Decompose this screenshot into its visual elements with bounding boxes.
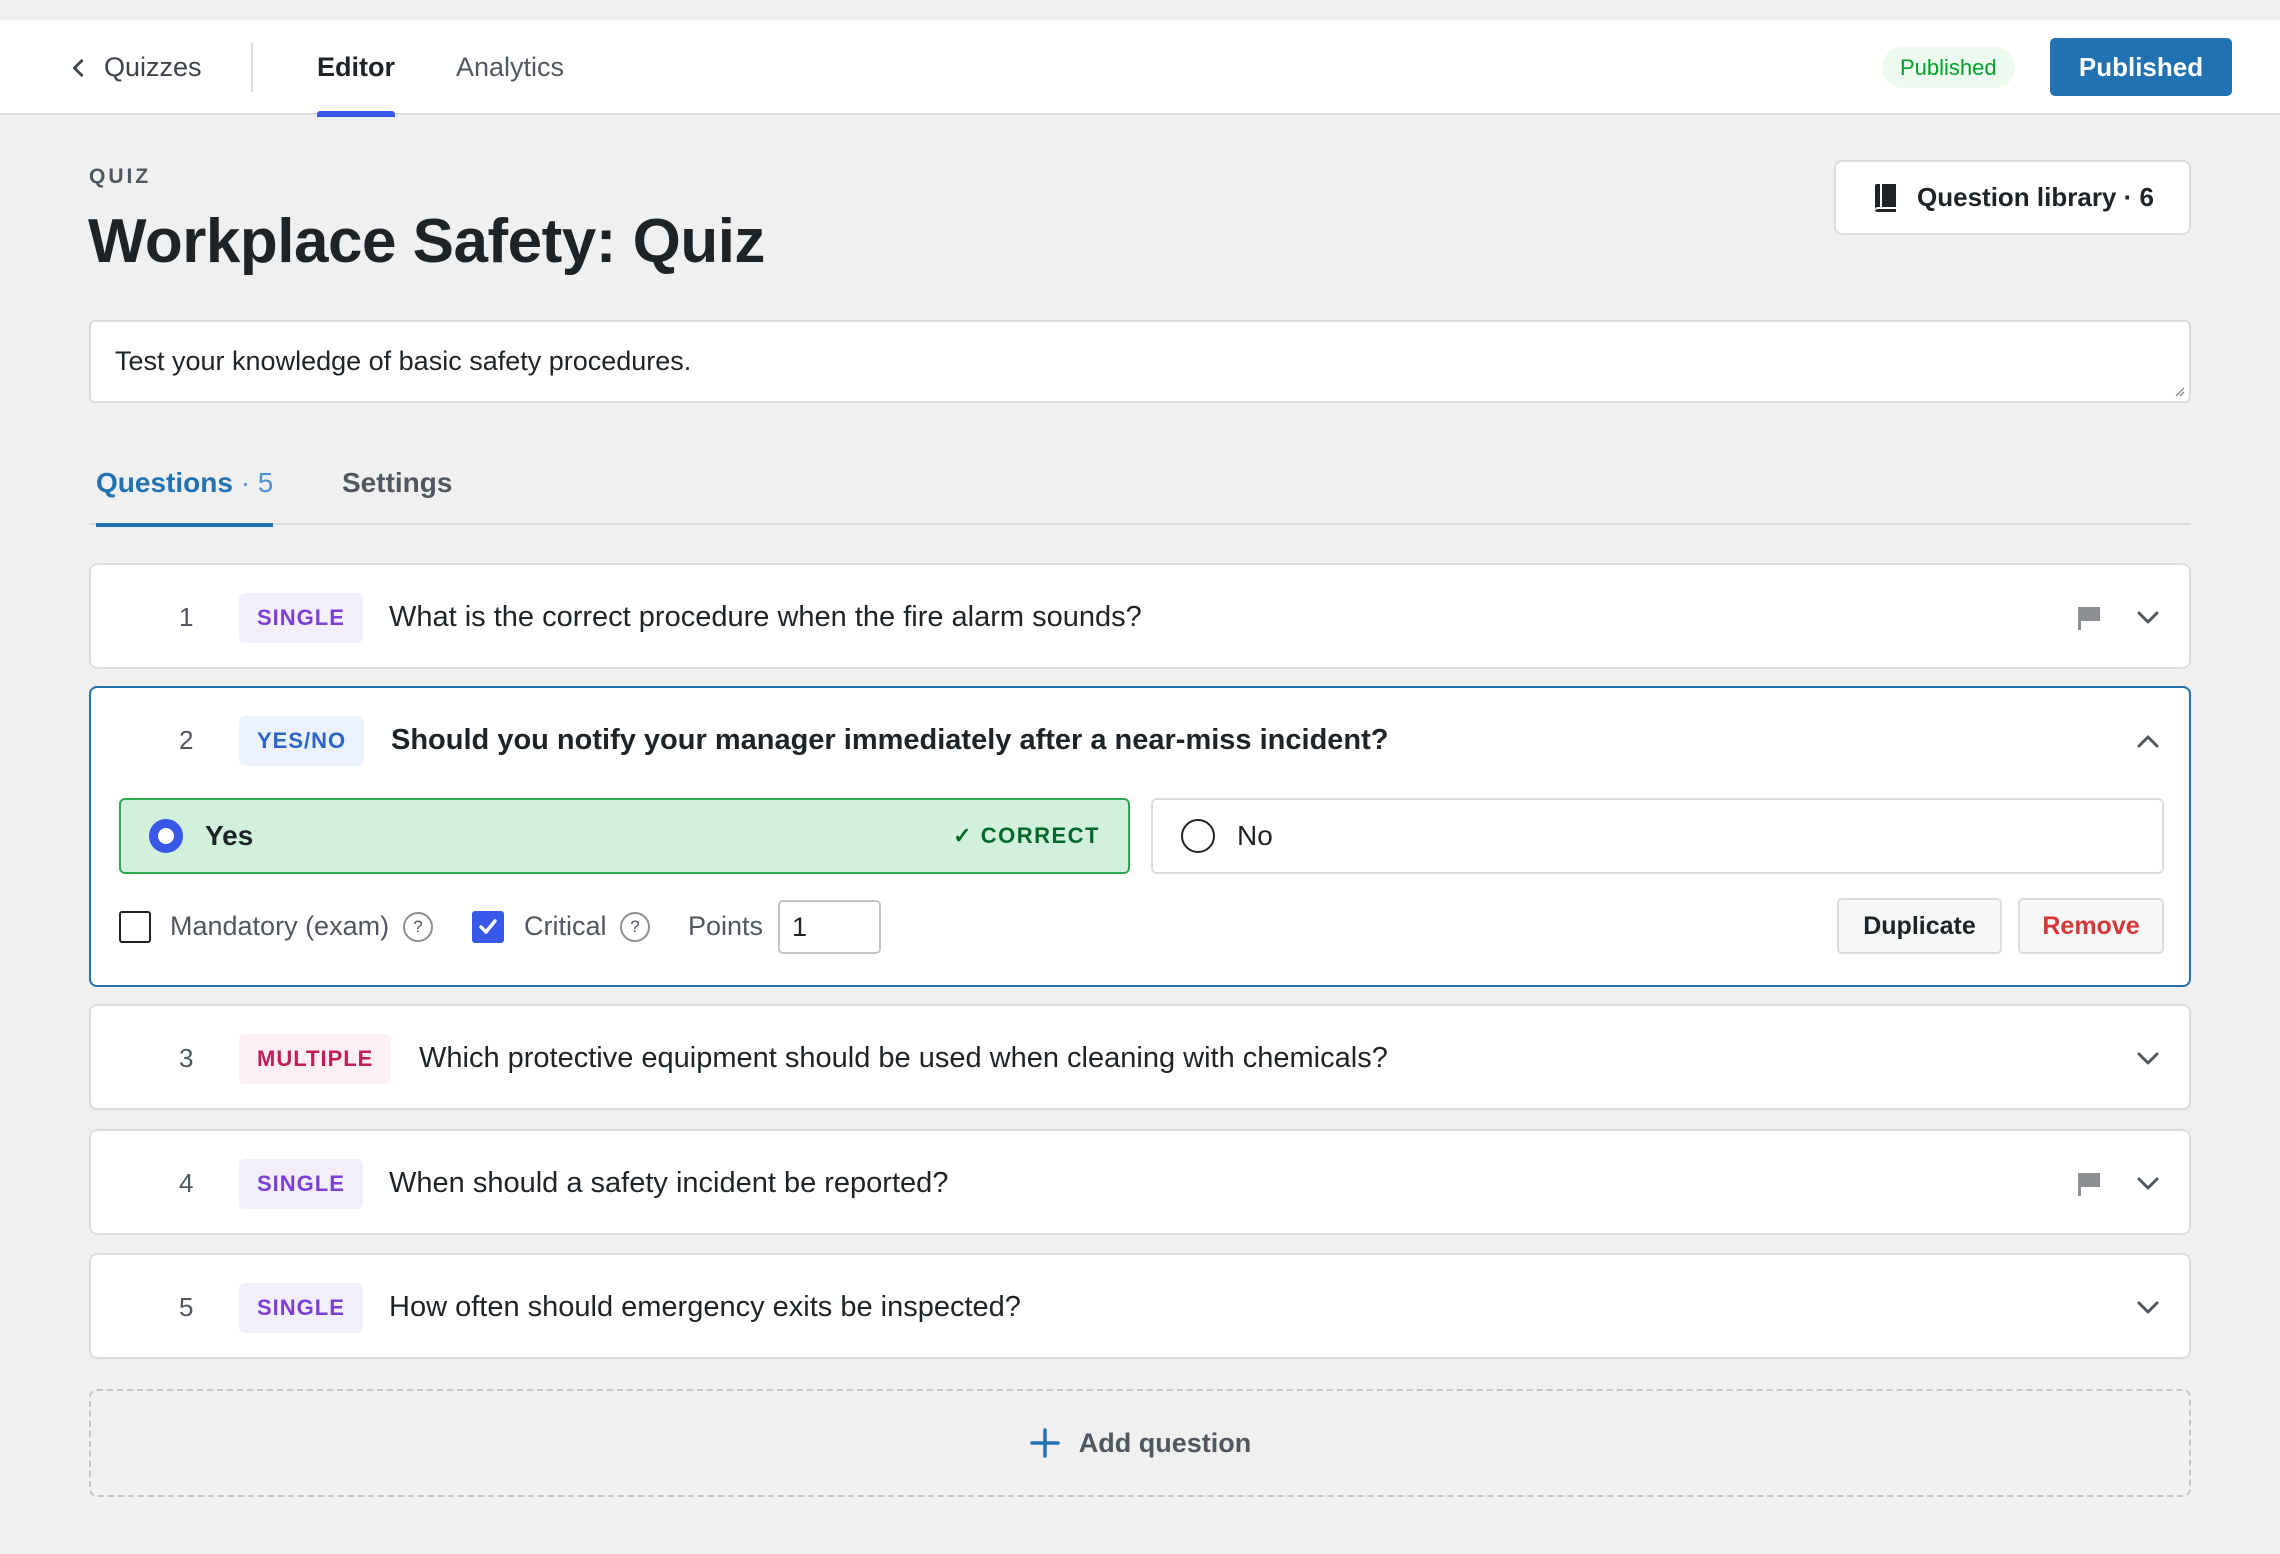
flag-icon[interactable]	[2076, 1171, 2102, 1197]
question-library-button[interactable]: Question library · 6	[1834, 160, 2191, 235]
tab-analytics-label: Analytics	[456, 52, 565, 82]
points-input[interactable]	[778, 900, 881, 954]
question-text: Which protective equipment should be use…	[419, 1041, 1388, 1074]
question-header[interactable]: 4 SINGLE When should a safety incident b…	[91, 1131, 2189, 1235]
description-text: Test your knowledge of basic safety proc…	[115, 346, 692, 376]
top-bar: Quizzes Editor Analytics Published Publi…	[0, 20, 2280, 117]
chevron-down-icon[interactable]	[2135, 1295, 2161, 1321]
plus-icon	[1030, 1428, 1060, 1458]
question-type-badge: SINGLE	[239, 1159, 363, 1209]
question-card-expanded: 2 YES/NO Should you notify your manager …	[89, 686, 2191, 987]
status-badge: Published	[1882, 47, 2015, 88]
add-question-label: Add question	[1078, 1427, 1252, 1458]
add-question-button[interactable]: Add question	[89, 1389, 2191, 1497]
section-tabs: Questions · 5 Settings	[89, 455, 2191, 527]
chevron-down-icon[interactable]	[2135, 1171, 2161, 1197]
question-type-badge: YES/NO	[239, 716, 365, 766]
question-header[interactable]: 1 SINGLE What is the correct procedure w…	[91, 565, 2189, 669]
critical-checkbox[interactable]	[472, 911, 504, 943]
back-link-label: Quizzes	[104, 52, 202, 82]
critical-help-icon[interactable]: ?	[620, 912, 650, 942]
radio-selected[interactable]	[149, 819, 183, 853]
questions-count: · 5	[240, 467, 274, 498]
answer-option-no[interactable]: No	[1151, 798, 2164, 874]
page-title: Workplace Safety: Quiz	[88, 207, 765, 276]
question-header[interactable]: 5 SINGLE How often should emergency exit…	[91, 1255, 2189, 1359]
publish-button[interactable]: Published	[2050, 38, 2232, 96]
tab-editor-label: Editor	[317, 52, 395, 82]
question-text: How often should emergency exits be insp…	[389, 1290, 1021, 1323]
radio-unselected[interactable]	[1181, 819, 1215, 853]
chevron-down-icon[interactable]	[2135, 605, 2161, 631]
mandatory-label: Mandatory (exam)	[170, 910, 390, 941]
chevron-down-icon[interactable]	[2135, 1046, 2161, 1072]
question-options-row: Mandatory (exam) ? Critical ? Points Dup…	[91, 896, 2189, 956]
resize-grip-icon[interactable]	[2173, 385, 2185, 397]
tab-settings-label: Settings	[342, 467, 453, 498]
tab-editor[interactable]: Editor	[317, 20, 395, 117]
question-number: 1	[179, 601, 194, 632]
chevron-left-icon	[73, 58, 84, 77]
remove-button[interactable]: Remove	[2018, 898, 2164, 954]
back-to-quizzes-link[interactable]: Quizzes	[68, 20, 202, 115]
header-divider	[251, 43, 253, 92]
points-label: Points	[688, 910, 764, 941]
question-type-badge: MULTIPLE	[239, 1034, 392, 1084]
active-section-indicator	[96, 523, 274, 527]
mandatory-help-icon[interactable]: ?	[403, 912, 433, 942]
flag-icon[interactable]	[2076, 605, 2102, 631]
question-library-label: Question library · 6	[1917, 182, 2154, 212]
checkmark-icon	[479, 919, 497, 934]
question-text: Should you notify your manager immediate…	[391, 723, 1389, 756]
question-card: 4 SINGLE When should a safety incident b…	[89, 1129, 2191, 1235]
duplicate-button[interactable]: Duplicate	[1837, 898, 2002, 954]
mandatory-checkbox[interactable]	[119, 911, 151, 943]
tab-questions-label: Questions	[96, 467, 233, 498]
tab-analytics[interactable]: Analytics	[456, 20, 564, 115]
correct-answer-tag: ✓ CORRECT	[953, 823, 1100, 848]
book-icon	[1875, 183, 1897, 212]
question-number: 2	[179, 724, 194, 755]
critical-label: Critical	[524, 910, 607, 941]
question-text: What is the correct procedure when the f…	[389, 600, 1142, 633]
question-card: 3 MULTIPLE Which protective equipment sh…	[89, 1004, 2191, 1110]
question-number: 3	[179, 1042, 194, 1073]
page-eyebrow: QUIZ	[89, 165, 152, 188]
question-number: 5	[179, 1291, 194, 1322]
question-card: 1 SINGLE What is the correct procedure w…	[89, 563, 2191, 669]
question-text: When should a safety incident be reporte…	[389, 1166, 949, 1199]
answer-option-yes[interactable]: Yes ✓ CORRECT	[119, 798, 1130, 874]
description-field[interactable]: Test your knowledge of basic safety proc…	[89, 320, 2191, 403]
question-number: 4	[179, 1167, 194, 1198]
answer-label: No	[1237, 820, 1273, 851]
answer-label: Yes	[205, 820, 254, 851]
question-card: 5 SINGLE How often should emergency exit…	[89, 1253, 2191, 1359]
question-type-badge: SINGLE	[239, 1283, 363, 1333]
tab-questions[interactable]: Questions · 5	[96, 455, 274, 527]
active-tab-indicator	[317, 111, 395, 117]
question-type-badge: SINGLE	[239, 593, 363, 643]
question-header[interactable]: 2 YES/NO Should you notify your manager …	[91, 688, 2189, 792]
chevron-up-icon[interactable]	[2135, 728, 2161, 754]
tab-settings[interactable]: Settings	[342, 455, 452, 525]
question-header[interactable]: 3 MULTIPLE Which protective equipment sh…	[91, 1006, 2189, 1110]
